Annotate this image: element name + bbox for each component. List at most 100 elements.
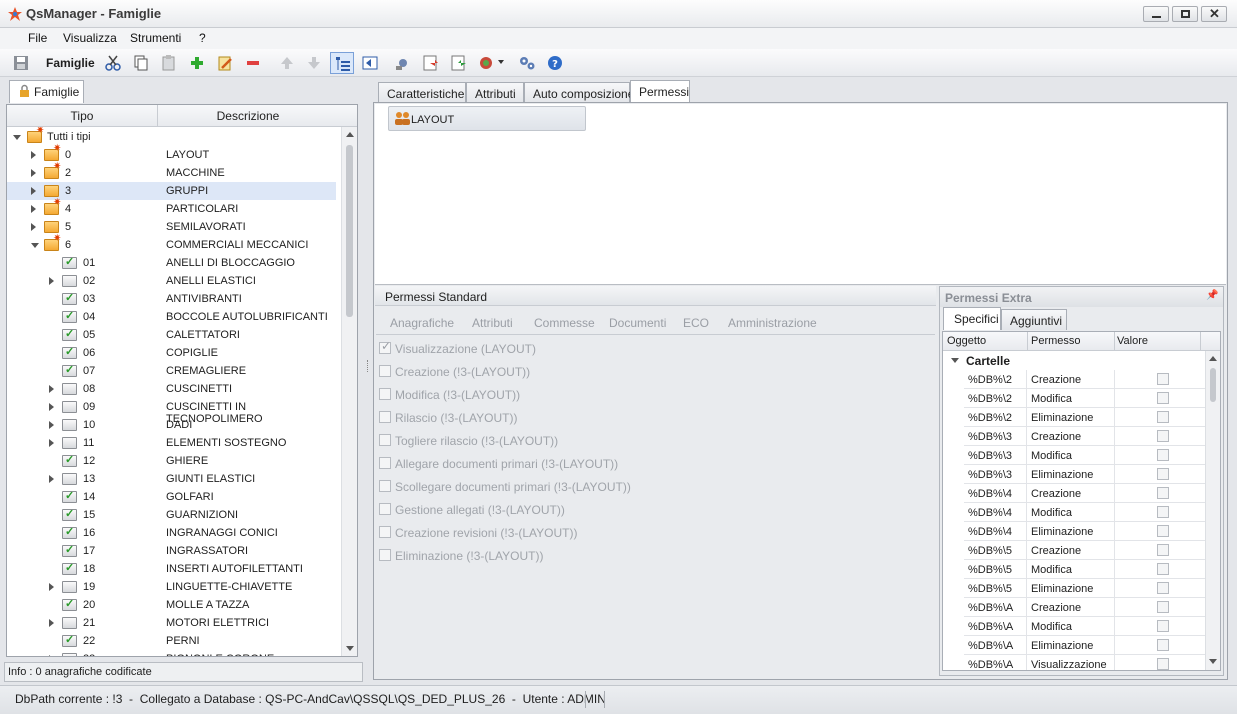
settings-tree-icon[interactable] [394, 54, 412, 72]
maximize-button[interactable] [1172, 6, 1198, 22]
expand-right-icon[interactable] [49, 619, 54, 627]
tree-row[interactable]: 04 BOCCOLE AUTOLUBRIFICANTI [7, 308, 336, 326]
grid-cell-valore-checkbox[interactable] [1157, 487, 1169, 499]
export-red-icon[interactable] [422, 54, 440, 72]
grid-cell-valore-checkbox[interactable] [1157, 411, 1169, 423]
grid-row[interactable]: %DB%\3 Eliminazione [964, 465, 1220, 484]
gears-icon[interactable] [518, 54, 536, 72]
scroll-up-icon[interactable] [346, 132, 354, 137]
perm-checkbox[interactable] [379, 388, 391, 400]
tree-row[interactable]: 11 ELEMENTI SOSTEGNO [7, 434, 336, 452]
paste-icon[interactable] [160, 54, 178, 72]
tab-specifici[interactable]: Specifici [943, 307, 1001, 330]
minimize-button[interactable] [1143, 6, 1169, 22]
tree-row[interactable]: 20 MOLLE A TAZZA [7, 596, 336, 614]
grid-group-cartelle[interactable]: Cartelle [943, 351, 1203, 370]
perm-checkbox[interactable] [379, 549, 391, 561]
tab-commesse[interactable]: Commesse [534, 316, 595, 330]
expand-right-icon[interactable] [49, 403, 54, 411]
grid-row[interactable]: %DB%\4 Creazione [964, 484, 1220, 503]
menu-strumenti[interactable]: Strumenti [130, 31, 181, 45]
grid-row[interactable]: %DB%\4 Eliminazione [964, 522, 1220, 541]
tab-eco[interactable]: ECO [683, 316, 709, 330]
col-valore[interactable]: Valore [1117, 335, 1148, 347]
import-icon[interactable] [361, 54, 379, 72]
grid-scroll-thumb[interactable] [1210, 368, 1216, 402]
grid-cell-valore-checkbox[interactable] [1157, 620, 1169, 632]
grid-cell-valore-checkbox[interactable] [1157, 468, 1169, 480]
grid-row[interactable]: %DB%\2 Creazione [964, 370, 1220, 389]
tree-row[interactable]: 10 DADI [7, 416, 336, 434]
expand-right-icon[interactable] [49, 277, 54, 285]
expand-right-icon[interactable] [49, 475, 54, 483]
tree-row[interactable]: 05 CALETTATORI [7, 326, 336, 344]
grid-row[interactable]: %DB%\3 Creazione [964, 427, 1220, 446]
tree-row[interactable]: 07 CREMAGLIERE [7, 362, 336, 380]
tree-row[interactable]: 08 CUSCINETTI [7, 380, 336, 398]
col-oggetto[interactable]: Oggetto [947, 335, 986, 347]
tree-row[interactable]: 19 LINGUETTE-CHIAVETTE [7, 578, 336, 596]
grid-row[interactable]: %DB%\4 Modifica [964, 503, 1220, 522]
grid-row[interactable]: %DB%\2 Modifica [964, 389, 1220, 408]
close-button[interactable]: ✕ [1201, 6, 1227, 22]
col-descrizione[interactable]: Descrizione [158, 109, 338, 123]
tree-row[interactable]: 22 PERNI [7, 632, 336, 650]
perm-checkbox[interactable] [379, 457, 391, 469]
tab-auto-composizione[interactable]: Auto composizione [524, 82, 634, 103]
group-item-layout[interactable]: LAYOUT [388, 106, 586, 131]
perm-checkbox[interactable] [379, 480, 391, 492]
grid-scroll-up-icon[interactable] [1209, 356, 1217, 361]
menu-file[interactable]: File [28, 31, 47, 45]
grid-cell-valore-checkbox[interactable] [1157, 601, 1169, 613]
col-tipo[interactable]: Tipo [7, 109, 157, 123]
expand-right-icon[interactable] [49, 439, 54, 447]
expand-right-icon[interactable] [49, 583, 54, 591]
tree-row[interactable]: 01 ANELLI DI BLOCCAGGIO [7, 254, 336, 272]
grid-row[interactable]: %DB%\2 Eliminazione [964, 408, 1220, 427]
tab-anagrafiche[interactable]: Anagrafiche [390, 316, 454, 330]
perm-checkbox[interactable] [379, 503, 391, 515]
grid-cell-valore-checkbox[interactable] [1157, 449, 1169, 461]
tree-view-toggle[interactable] [330, 52, 354, 74]
col-permesso[interactable]: Permesso [1031, 335, 1081, 347]
tree-row[interactable]: 21 MOTORI ELETTRICI [7, 614, 336, 632]
expand-down-icon[interactable] [31, 243, 39, 248]
edit-icon[interactable] [216, 54, 234, 72]
grid-cell-valore-checkbox[interactable] [1157, 582, 1169, 594]
tree-row[interactable]: 06 COPIGLIE [7, 344, 336, 362]
perm-checkbox[interactable] [379, 365, 391, 377]
tree-row[interactable]: 02 ANELLI ELASTICI [7, 272, 336, 290]
tree-row[interactable]: 15 GUARNIZIONI [7, 506, 336, 524]
expand-right-icon[interactable] [31, 205, 36, 213]
grid-cell-valore-checkbox[interactable] [1157, 525, 1169, 537]
grid-row[interactable]: %DB%\A Visualizzazione [964, 655, 1220, 670]
tab-attributi[interactable]: Attributi [466, 82, 524, 103]
tab-attributi-std[interactable]: Attributi [472, 316, 513, 330]
tree-row[interactable]: 16 INGRANAGGI CONICI [7, 524, 336, 542]
tree-row[interactable]: 17 INGRASSATORI [7, 542, 336, 560]
grid-cell-valore-checkbox[interactable] [1157, 430, 1169, 442]
expand-right-icon[interactable] [49, 655, 54, 656]
grid-cell-valore-checkbox[interactable] [1157, 658, 1169, 670]
grid-row[interactable]: %DB%\A Eliminazione [964, 636, 1220, 655]
menu-help[interactable]: ? [199, 31, 206, 45]
plugin-dropdown-icon[interactable] [478, 54, 496, 72]
tab-aggiuntivi[interactable]: Aggiuntivi [1001, 309, 1067, 330]
grid-cell-valore-checkbox[interactable] [1157, 392, 1169, 404]
expand-right-icon[interactable] [31, 151, 36, 159]
tree-row[interactable]: 18 INSERTI AUTOFILETTANTI [7, 560, 336, 578]
perm-checkbox[interactable] [379, 411, 391, 423]
grid-cell-valore-checkbox[interactable] [1157, 373, 1169, 385]
tab-permessi[interactable]: Permessi [630, 80, 690, 103]
help-icon[interactable]: ? [546, 54, 564, 72]
tree-row[interactable]: 14 GOLFARI [7, 488, 336, 506]
copy-icon[interactable] [132, 54, 150, 72]
perm-checkbox[interactable]: ✓ [379, 339, 391, 354]
grid-scroll-down-icon[interactable] [1209, 659, 1217, 664]
grid-row[interactable]: %DB%\A Creazione [964, 598, 1220, 617]
save-icon[interactable] [12, 54, 30, 72]
expand-right-icon[interactable] [31, 223, 36, 231]
tree-scrollbar[interactable] [341, 127, 357, 656]
expand-right-icon[interactable] [49, 385, 54, 393]
expand-right-icon[interactable] [49, 421, 54, 429]
